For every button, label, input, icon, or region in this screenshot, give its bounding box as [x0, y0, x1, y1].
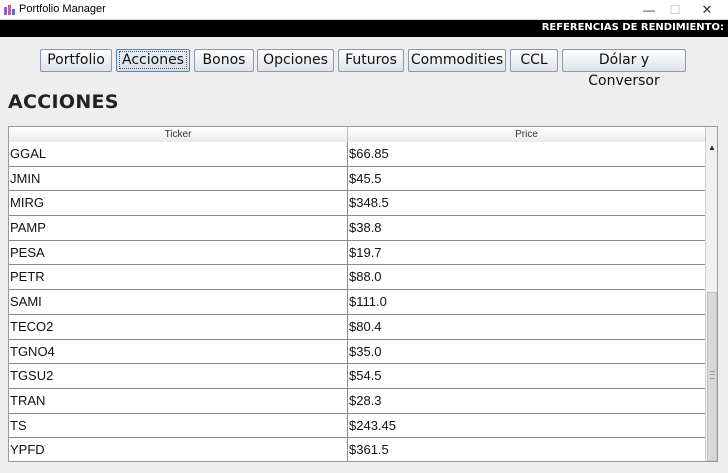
ticker-cell[interactable]: TGNO4 — [9, 339, 348, 364]
tab-ccl[interactable]: CCL — [510, 49, 558, 72]
reference-bar: REFERENCIAS DE RENDIMIENTO: — [0, 20, 728, 37]
price-cell[interactable]: $28.3 — [348, 389, 705, 413]
vertical-scrollbar[interactable]: ▲ — [705, 142, 717, 461]
table-row[interactable]: TS $243.45 — [9, 413, 705, 439]
column-header-price[interactable]: Price — [348, 127, 705, 142]
ticker-cell[interactable]: TRAN — [9, 388, 348, 413]
table-row[interactable]: MIRG $348.5 — [9, 191, 705, 217]
tab-commodities[interactable]: Commodities — [408, 49, 506, 72]
table-row[interactable]: TECO2 $80.4 — [9, 314, 705, 340]
table-row[interactable]: TGSU2 $54.5 — [9, 364, 705, 389]
price-cell[interactable]: $111.0 — [348, 290, 705, 314]
tab-bonos[interactable]: Bonos — [194, 49, 254, 72]
table-row[interactable]: PETR $88.0 — [9, 265, 705, 291]
ticker-cell[interactable]: MIRG — [9, 191, 348, 216]
price-cell[interactable]: $80.4 — [348, 315, 705, 339]
ticker-cell[interactable]: YPFD — [9, 438, 348, 461]
table-body: GGAL $66.85 JMIN $45.5 MIRG $348.5 PAMP $38.8 PE… — [9, 142, 705, 461]
price-cell[interactable]: $38.8 — [348, 216, 705, 240]
price-cell[interactable]: $19.7 — [348, 241, 705, 265]
price-cell[interactable]: $243.45 — [348, 414, 705, 438]
table-header: Ticker Price — [9, 127, 705, 143]
table-row[interactable]: PESA $19.7 — [9, 240, 705, 266]
price-cell[interactable]: $88.0 — [348, 265, 705, 289]
ticker-cell[interactable]: PAMP — [9, 216, 348, 241]
app-icon — [4, 5, 15, 15]
ticker-cell[interactable]: TS — [9, 413, 348, 438]
tab-dolar-conversor[interactable]: Dólar y Conversor — [562, 49, 686, 89]
price-cell[interactable]: $348.5 — [348, 191, 705, 215]
table-row[interactable]: JMIN $45.5 — [9, 166, 705, 192]
price-cell[interactable]: $54.5 — [348, 364, 705, 388]
stocks-table: Ticker Price GGAL $66.85 JMIN $45.5 MIRG $348… — [8, 126, 718, 462]
tab-futuros[interactable]: Futuros — [338, 49, 404, 72]
ticker-cell[interactable]: JMIN — [9, 166, 348, 191]
scroll-thumb[interactable] — [707, 292, 717, 461]
maximize-button[interactable]: ☐ — [660, 0, 690, 20]
title-bar: Portfolio Manager — ☐ ✕ — [0, 0, 728, 20]
tab-opciones[interactable]: Opciones — [257, 49, 334, 72]
window-title: Portfolio Manager — [19, 3, 106, 15]
column-header-ticker[interactable]: Ticker — [9, 127, 348, 142]
table-row[interactable]: TGNO4 $35.0 — [9, 339, 705, 365]
table-row[interactable]: PAMP $38.8 — [9, 216, 705, 241]
table-header-corner — [705, 127, 717, 142]
ticker-cell[interactable]: PESA — [9, 240, 348, 265]
tab-portfolio[interactable]: Portfolio — [40, 49, 112, 72]
grip-icon — [710, 371, 715, 379]
reference-label: REFERENCIAS DE RENDIMIENTO: — [541, 22, 724, 33]
ticker-cell[interactable]: PETR — [9, 265, 348, 290]
table-row[interactable]: YPFD $361.5 — [9, 438, 705, 461]
price-cell[interactable]: $361.5 — [348, 438, 705, 461]
page-title: ACCIONES — [8, 91, 119, 113]
close-button[interactable]: ✕ — [692, 0, 722, 20]
table-row[interactable]: TRAN $28.3 — [9, 388, 705, 414]
price-cell[interactable]: $66.85 — [348, 142, 705, 166]
table-row[interactable]: GGAL $66.85 — [9, 142, 705, 167]
ticker-cell[interactable]: TGSU2 — [9, 364, 348, 389]
tab-acciones[interactable]: Acciones — [116, 49, 190, 72]
ticker-cell[interactable]: SAMI — [9, 290, 348, 315]
price-cell[interactable]: $35.0 — [348, 340, 705, 364]
price-cell[interactable]: $45.5 — [348, 167, 705, 191]
scroll-up-arrow-icon[interactable]: ▲ — [706, 142, 717, 154]
table-row[interactable]: SAMI $111.0 — [9, 290, 705, 315]
ticker-cell[interactable]: TECO2 — [9, 314, 348, 339]
ticker-cell[interactable]: GGAL — [9, 142, 348, 166]
nav-bar: Portfolio Acciones Bonos Opciones Futuro… — [0, 49, 728, 89]
